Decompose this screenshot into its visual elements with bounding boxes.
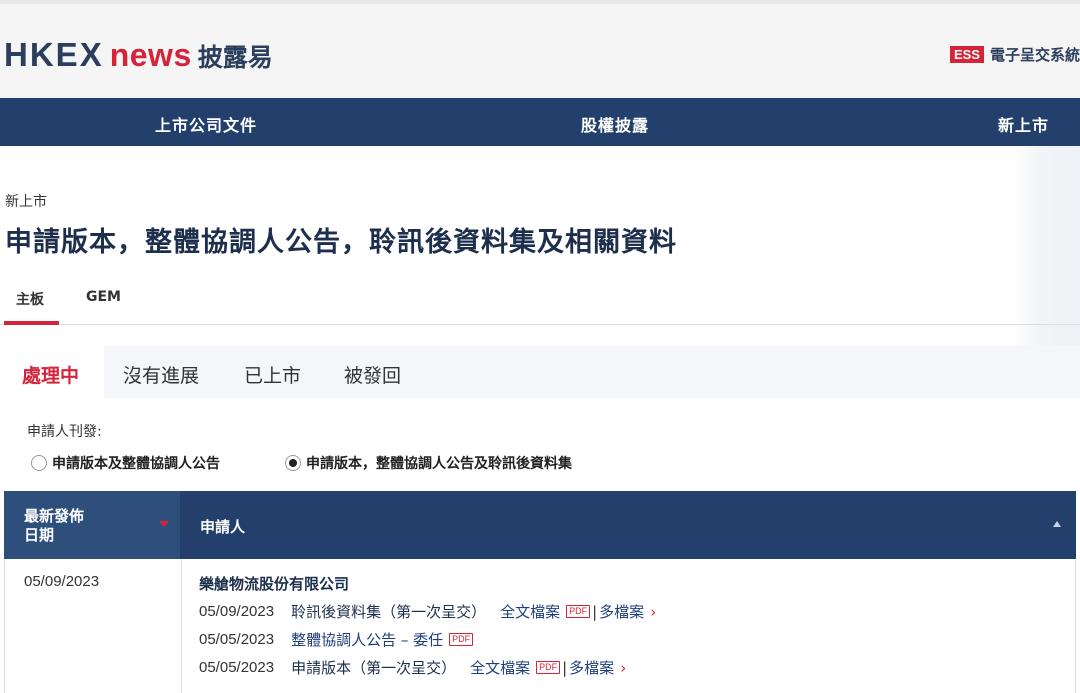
nav-item-listed-company-docs[interactable]: 上市公司文件 [155,112,257,136]
chevron-right-icon[interactable]: › [650,603,656,621]
document-title: 申請版本（第一次呈交） [291,659,457,677]
document-item: 05/09/2023 聆訊後資料集（第一次呈交） 全文檔案 PDF | 多檔案 … [199,601,656,622]
pdf-icon[interactable]: PDF [449,633,474,646]
radio-option-application-proof[interactable]: 申請版本及整體協調人公告 [31,453,220,473]
ess-link[interactable]: ESS 電子呈交系統 [949,44,1080,65]
status-tab-processing[interactable]: 處理中 [22,361,79,388]
status-tab-inactive[interactable]: 沒有進展 [123,361,199,388]
pdf-icon[interactable]: PDF [566,605,591,618]
radio-option-label: 申請版本及整體協調人公告 [52,456,220,472]
document-date: 05/05/2023 [199,659,275,676]
logo-news-text: news [109,37,192,73]
column-header-applicant[interactable]: 申請人 [200,516,245,537]
page-title: 申請版本，整體協調人公告，聆訊後資料集及相關資料 [5,227,677,258]
logo-x-text: X [79,36,104,73]
main-nav: 上市公司文件 股權披露 新上市 [0,98,1080,146]
pdf-icon[interactable]: PDF [536,661,561,674]
sort-down-icon[interactable] [159,521,169,527]
board-tabs: 主板 GEM [0,280,1080,325]
document-item: 05/05/2023 整體協調人公告 – 委任 PDF [199,629,474,650]
table-header: 最新發佈 日期 申請人 [4,491,1076,559]
nav-item-disclosure-of-interests[interactable]: 股權披露 [581,112,649,136]
radio-option-label: 申請版本，整體協調人公告及聆訊後資料集 [306,456,572,472]
tab-main-board[interactable]: 主板 [16,289,44,309]
column-divider [181,559,182,693]
row-date: 05/09/2023 [24,573,100,590]
active-tab-indicator [4,321,59,325]
document-date: 05/09/2023 [199,603,275,620]
radio-option-with-phip[interactable]: 申請版本，整體協調人公告及聆訊後資料集 [285,453,572,473]
nav-item-new-listings[interactable]: 新上市 [998,112,1049,136]
document-title: 聆訊後資料集（第一次呈交） [291,603,487,621]
ess-badge: ESS [949,46,984,63]
tab-gem[interactable]: GEM [86,289,121,305]
sort-up-icon[interactable] [1053,521,1061,527]
status-tab-returned[interactable]: 被發回 [344,361,401,388]
ess-label: 電子呈交系統 [989,46,1080,64]
status-tab-listed[interactable]: 已上市 [244,361,301,388]
radio-checked-icon[interactable] [285,455,301,471]
breadcrumb[interactable]: 新上市 [5,191,47,211]
full-document-link[interactable]: 全文檔案 [470,657,530,678]
site-header: HKEX news 披露易 ESS 電子呈交系統 [0,0,1080,98]
company-name: 樂艙物流股份有限公司 [199,575,350,593]
document-date: 05/05/2023 [199,631,275,648]
document-title-link[interactable]: 整體協調人公告 – 委任 [291,629,443,650]
logo-chinese-text: 披露易 [197,43,273,72]
document-item: 05/05/2023 申請版本（第一次呈交） 全文檔案 PDF | 多檔案 › [199,657,626,678]
separator: | [562,658,568,677]
hkexnews-logo[interactable]: HKEX news 披露易 [4,36,273,74]
chevron-right-icon[interactable]: › [620,659,626,677]
radio-unchecked-icon[interactable] [31,455,47,471]
column-header-date[interactable]: 最新發佈 日期 [4,491,180,559]
table-row: 05/09/2023 樂艙物流股份有限公司 05/09/2023 聆訊後資料集（… [4,559,1076,693]
date-header-line2: 日期 [24,526,55,544]
date-header-line1: 最新發佈 [24,507,85,525]
multiple-files-link[interactable]: 多檔案 [599,601,644,622]
multiple-files-link[interactable]: 多檔案 [569,657,614,678]
publisher-label: 申請人刊發: [27,424,102,440]
full-document-link[interactable]: 全文檔案 [500,601,560,622]
logo-hkex-text: HKE [4,36,80,73]
separator: | [592,602,598,621]
status-panel-body [4,398,1080,493]
column-header-date-label: 最新發佈 日期 [24,507,84,545]
